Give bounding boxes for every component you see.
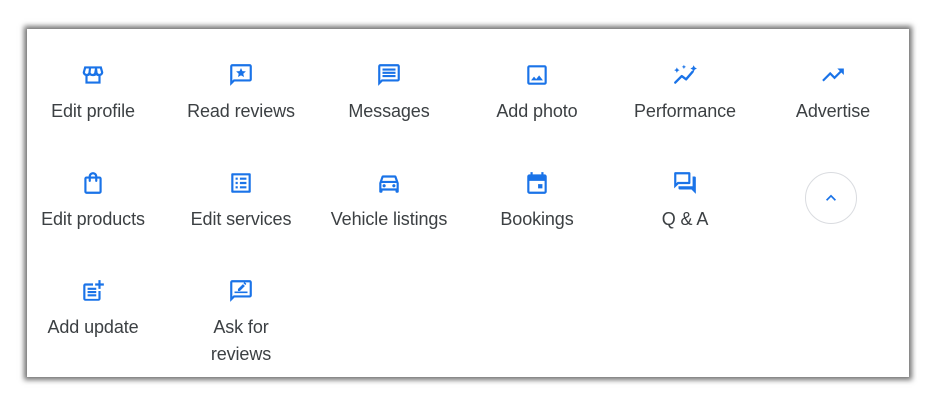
edit-services-button[interactable]: Edit services <box>167 170 315 233</box>
advertise-button[interactable]: Advertise <box>759 62 907 125</box>
message-icon <box>376 62 402 88</box>
edit-products-label: Edit products <box>41 209 145 229</box>
q-and-a-label: Q & A <box>661 209 709 229</box>
ask-for-reviews-button[interactable]: Ask for reviews <box>167 278 315 368</box>
chevron-up-icon <box>826 194 836 201</box>
edit-profile-label: Edit profile <box>51 101 135 121</box>
actions-grid: Edit profile Read reviews Messages Add p… <box>27 29 909 377</box>
star-review-icon <box>228 62 254 88</box>
ask-for-reviews-label: Ask for reviews <box>210 317 272 364</box>
edit-profile-button[interactable]: Edit profile <box>19 62 167 125</box>
bookings-label: Bookings <box>500 209 574 229</box>
bookings-button[interactable]: Bookings <box>463 170 611 233</box>
q-and-a-button[interactable]: Q & A <box>611 170 759 233</box>
shopping-bag-icon <box>80 170 106 196</box>
add-photo-label: Add photo <box>496 101 578 121</box>
read-reviews-button[interactable]: Read reviews <box>167 62 315 125</box>
forum-icon <box>672 170 698 196</box>
read-reviews-label: Read reviews <box>187 101 295 121</box>
add-update-label: Add update <box>47 317 139 337</box>
collapse-button[interactable] <box>805 172 857 224</box>
add-photo-button[interactable]: Add photo <box>463 62 611 125</box>
messages-label: Messages <box>348 101 430 121</box>
list-icon <box>228 170 254 196</box>
vehicle-listings-button[interactable]: Vehicle listings <box>315 170 463 233</box>
edit-products-button[interactable]: Edit products <box>19 170 167 233</box>
sparkle-trend-icon <box>672 62 698 88</box>
calendar-icon <box>524 170 550 196</box>
storefront-icon <box>80 62 106 88</box>
car-icon <box>376 170 402 196</box>
edit-services-label: Edit services <box>190 209 292 229</box>
trending-up-icon <box>820 62 846 88</box>
vehicle-listings-label: Vehicle listings <box>330 209 448 229</box>
advertise-label: Advertise <box>795 101 871 121</box>
messages-button[interactable]: Messages <box>315 62 463 125</box>
rate-review-icon <box>228 278 254 304</box>
post-add-icon <box>80 278 106 304</box>
add-update-button[interactable]: Add update <box>19 278 167 341</box>
performance-button[interactable]: Performance <box>611 62 759 125</box>
performance-label: Performance <box>634 101 736 121</box>
image-icon <box>524 62 550 88</box>
business-actions-panel: Edit profile Read reviews Messages Add p… <box>27 29 909 377</box>
